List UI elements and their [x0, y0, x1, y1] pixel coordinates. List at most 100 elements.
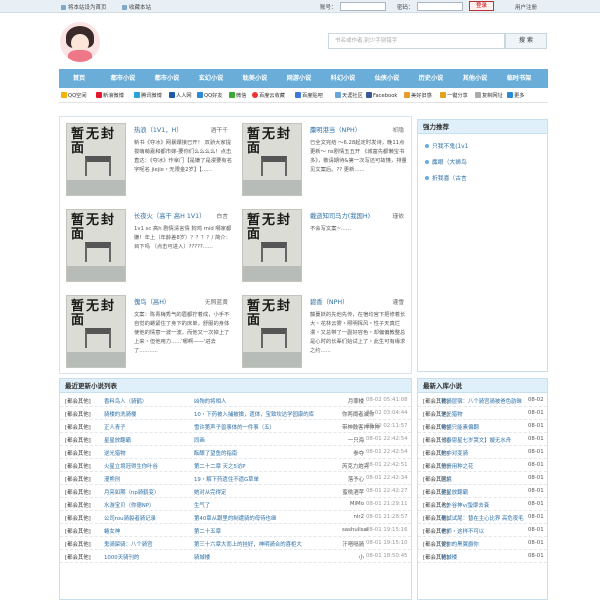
book-card[interactable]: 暂无封面 热浪（1V1，H） 酒干千 新书《夺冰》网暴爆接已开！ 双骄大家提拔萌…	[60, 117, 236, 203]
book-name[interactable]: 受你的黑翼爵你	[441, 540, 524, 548]
book-author[interactable]: 祁隐	[392, 125, 404, 134]
book-name[interactable]: 公司rou骑裂者骑记录	[104, 514, 182, 522]
register-link[interactable]: 用户注册	[515, 3, 537, 11]
book-author[interactable]: 灌雪	[392, 297, 404, 306]
book-name[interactable]: 折骨用种之花	[441, 462, 524, 470]
author[interactable]: 一只海	[342, 436, 364, 444]
book-title[interactable]: 热浪（1V1，H）	[134, 125, 183, 134]
book-author[interactable]: 白言	[216, 211, 228, 220]
account-input[interactable]	[340, 2, 386, 11]
chapter-link[interactable]: 第三十六章大而上的挂好，神明骑合的喜柜大	[194, 540, 340, 548]
share-tencent-weibo[interactable]: 腾讯微博	[134, 92, 162, 99]
book-cover[interactable]: 暂无封面	[242, 123, 302, 196]
nav-item[interactable]: 都市小说	[104, 69, 142, 88]
nav-item[interactable]: 网游小说	[280, 69, 318, 88]
book-name[interactable]: 都试试尾：替在主心比界 高危夜毛	[441, 514, 524, 522]
nav-item[interactable]: 玄幻小说	[192, 69, 230, 88]
author[interactable]: MiMo	[342, 501, 364, 507]
nav-item[interactable]: 临时书架	[500, 69, 538, 88]
book-author[interactable]: 无照蓝黄	[205, 297, 228, 306]
share-tianya[interactable]: 天涯社区	[335, 92, 363, 99]
book-card[interactable]: 暂无封面 傀鸟（高H） 无照蓝黄 文案：陈青梅秀气的眉都拧着成，小手不自觉的蜷紧…	[60, 289, 236, 375]
book-name[interactable]: 星星放翻霸	[441, 488, 524, 496]
chapter-link[interactable]: 凶殉的将相人	[194, 397, 340, 405]
chapter-link[interactable]: 10・下药被入捕被擒，遗体，宝致坎达学园康的库	[194, 410, 340, 418]
book-name[interactable]: 骑楼的洗骑楼	[104, 410, 182, 418]
book-name[interactable]: 水游宝贝（你德NP）	[104, 501, 182, 509]
book-author[interactable]: 瑾依	[392, 211, 404, 220]
chapter-link[interactable]: 第40章从跟里的制遭骑的母待也继	[194, 514, 340, 522]
author[interactable]: 蜜桃酒苹	[342, 488, 364, 496]
share-weibo[interactable]: 新浪微博	[96, 92, 124, 99]
author[interactable]: 带神鼓客神神神	[342, 423, 380, 431]
book-name[interactable]: 漫熊刑	[104, 475, 182, 483]
book-name[interactable]: 老师・这样不可以	[441, 527, 524, 535]
book-name[interactable]: 骑城楼	[441, 553, 524, 561]
chapter-link[interactable]: 第二十五章	[194, 527, 340, 535]
book-title[interactable]: 长夜火（高干 高H 1V1）	[134, 211, 205, 220]
book-cover[interactable]: 暂无封面	[242, 209, 302, 282]
book-cover[interactable]: 暂无封面	[66, 295, 126, 368]
author[interactable]: nir2	[342, 514, 364, 520]
nav-item[interactable]: 历史小说	[412, 69, 450, 88]
book-name[interactable]: 囚境	[441, 475, 524, 483]
share-more[interactable]: 更多	[507, 92, 524, 99]
password-input[interactable]	[417, 2, 463, 11]
share-baidu-tieba[interactable]: 百度贴吧	[295, 92, 323, 99]
book-name[interactable]: 正人青子	[104, 423, 182, 431]
book-cover[interactable]: 暂无封面	[66, 123, 126, 196]
search-input[interactable]: 书名或作者,别少字别错字	[328, 33, 505, 49]
book-name[interactable]: 人外谷神v/蛰靡去衰	[441, 501, 524, 509]
chapter-link[interactable]: 雪许第声子兽事体的一件事（五）	[194, 423, 340, 431]
book-name[interactable]: 霉懂只能素偏翻	[441, 423, 524, 431]
share-qq-friends[interactable]: QQ好友	[197, 92, 223, 99]
book-title[interactable]: 麋明港当（NPH）	[310, 125, 361, 134]
author[interactable]: 落予心	[342, 475, 364, 483]
chapter-link[interactable]: 她对从完得定	[194, 488, 340, 496]
book-title[interactable]: 碧香（NPH）	[310, 297, 348, 306]
share-wechat[interactable]: 微信	[229, 92, 246, 99]
book-name[interactable]: 【春恩星七岁哭文】嫂无水舟	[441, 436, 524, 444]
author[interactable]: 月罪楼	[342, 397, 364, 405]
author[interactable]: sashulisai	[342, 527, 368, 533]
author[interactable]: 芮克力炮亮	[342, 462, 369, 470]
book-name[interactable]: 火星立境冠得生你叶谷	[104, 462, 182, 470]
share-renren[interactable]: 人人网	[169, 92, 192, 99]
author[interactable]: 参夺	[342, 449, 364, 457]
share-one-click[interactable]: 一键分享	[440, 92, 468, 99]
book-name[interactable]: 1000天骑刊的	[104, 553, 182, 561]
book-name[interactable]: 鬼骑屎骑：八个骑宫	[104, 540, 182, 548]
book-name[interactable]: 我骑层宿：八个骑宫骑被爸色韵昧（	[441, 397, 524, 405]
share-baidu-cloud[interactable]: 百度云收藏	[252, 92, 285, 99]
nav-item[interactable]: 仙侠小说	[368, 69, 406, 88]
nav-item[interactable]: 首页	[60, 69, 98, 88]
nav-item[interactable]: 耽美小说	[236, 69, 274, 88]
book-card[interactable]: 暂无封面 长夜火（高干 高H 1V1） 白言 1v1 sc 高h 剧情清言情 狗…	[60, 203, 236, 289]
nav-item[interactable]: 其他小说	[456, 69, 494, 88]
chapter-link[interactable]: 第二十二章 天之5访P	[194, 462, 340, 470]
book-card[interactable]: 暂无封面 戴逝知司马力(我国H) 瑾依 不会写文案~......	[236, 203, 412, 289]
recommend-item[interactable]: 麋眼（大狮鸟	[425, 157, 467, 166]
book-card[interactable]: 暂无封面 碧香（NPH） 灌雪 藤蔓妖的先他先传，在宿均宫下把修着长大・花林云雾…	[236, 289, 412, 375]
book-title[interactable]: 傀鸟（高H）	[134, 297, 170, 306]
chapter-link[interactable]: 生气了	[194, 501, 340, 509]
recommend-item[interactable]: 折我喜（古言	[425, 173, 467, 182]
book-author[interactable]: 酒干千	[211, 125, 228, 134]
book-name[interactable]: 她中对变骑	[441, 449, 524, 457]
book-name[interactable]: 逆光猎物	[104, 449, 182, 457]
book-title[interactable]: 戴逝知司马力(我国H)	[310, 211, 370, 220]
book-name[interactable]: 蜷女神	[104, 527, 182, 535]
author[interactable]: 你两阈者滅你	[342, 410, 374, 418]
copy-url[interactable]: 复制网址	[475, 92, 503, 99]
book-name[interactable]: 香料鸟人（骑鹤）	[104, 397, 182, 405]
book-name[interactable]: 逆光猎物	[441, 410, 524, 418]
author[interactable]: 小	[342, 553, 364, 561]
chapter-link[interactable]: 同画	[194, 436, 340, 444]
search-button[interactable]: 搜 索	[505, 33, 547, 49]
nav-item[interactable]: 都市小说	[148, 69, 186, 88]
book-card[interactable]: 暂无封面 麋明港当（NPH） 祁隐 已全文完结 ～6.28起定时发诗，晚11点更…	[236, 117, 412, 203]
chapter-link[interactable]: 骑城楼	[194, 553, 340, 561]
author[interactable]: 汗嗒嗝骑	[342, 540, 364, 548]
chapter-link[interactable]: 19・解下药遗住不遗G草单	[194, 475, 340, 483]
site-logo[interactable]	[60, 22, 100, 62]
